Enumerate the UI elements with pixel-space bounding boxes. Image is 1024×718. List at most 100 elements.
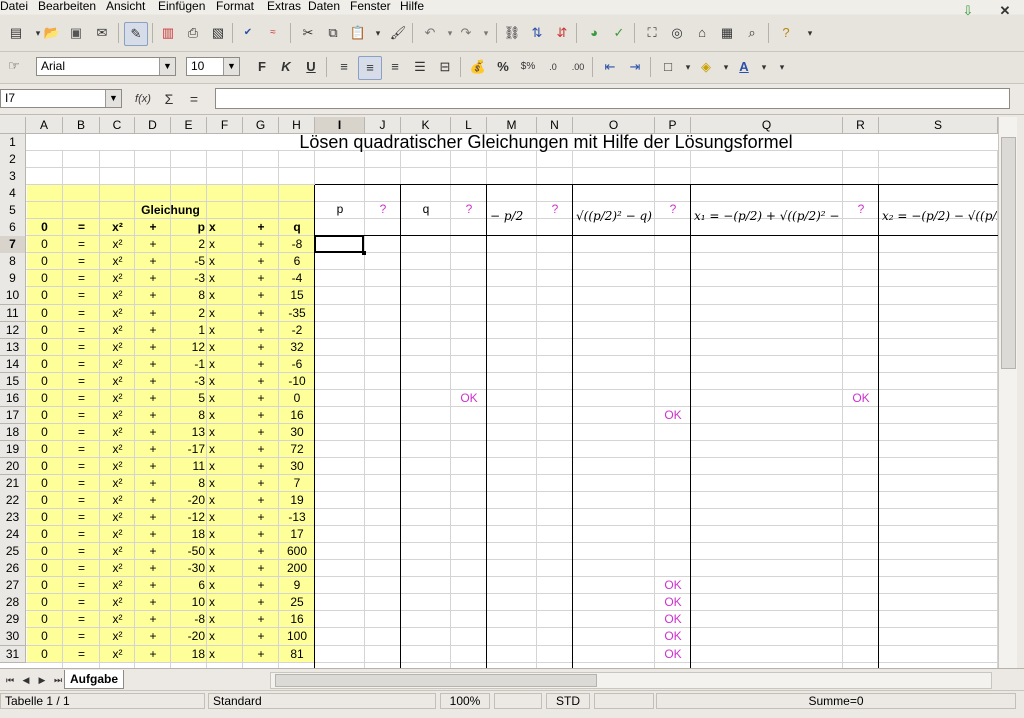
sum-icon[interactable]: Σ [159,89,179,109]
email-icon[interactable]: ✉ [92,23,112,43]
menu-datei[interactable]: Datei [0,0,28,13]
row-header[interactable]: 22 [0,492,26,510]
borders-icon[interactable]: □ [658,57,678,77]
chart-icon[interactable]: ◕ [584,23,604,43]
align-right-icon[interactable]: ≡ [385,57,405,77]
zoom-icon[interactable]: ⌕ [742,23,762,43]
hyperlink-icon[interactable]: ⛓ [502,23,522,43]
spreadsheet-grid[interactable]: A B C D E F G H I J K L M N O P Q R S 1 2 3 4 5 6 7 8 9 10 11 12 13 14 15… [0,117,998,668]
chevron-down-icon[interactable]: ▼ [223,58,239,75]
row-header[interactable]: 26 [0,560,26,578]
row-header[interactable]: 10 [0,287,26,305]
font-name-combo[interactable]: Arial ▼ [36,57,176,76]
paste-icon[interactable]: 📋 [348,23,368,43]
sort-ascending-icon[interactable]: ⇅ [527,23,547,43]
bold-icon[interactable]: F [252,57,272,77]
merge-cells-icon[interactable]: ⊟ [435,57,455,77]
row-header[interactable]: 31 [0,645,26,664]
menu-bearbeiten[interactable]: Bearbeiten [38,0,96,13]
menu-format[interactable]: Format [216,0,254,13]
save-icon[interactable]: ▣ [66,23,86,43]
scrollbar-thumb[interactable] [1001,137,1016,369]
delete-decimal-icon[interactable]: .00 [568,57,588,77]
row-header[interactable]: 18 [0,423,26,442]
paste-dropdown-icon[interactable]: ▾ [368,23,388,43]
menu-ansicht[interactable]: Ansicht [106,0,145,13]
row-header[interactable]: 6 [0,219,26,237]
row-header[interactable]: 20 [0,457,26,476]
borders-dropdown-icon[interactable]: ▾ [678,57,698,77]
new-document-icon[interactable]: ▤ [6,23,26,43]
function-wizard-icon[interactable]: f(x) [133,89,153,109]
formula-input[interactable] [215,88,1010,109]
gallery-icon[interactable]: ⌂ [692,23,712,43]
row-header[interactable]: 3 [0,168,26,186]
corner-cell[interactable] [0,117,26,134]
row-header[interactable]: 29 [0,611,26,629]
vertical-scrollbar[interactable] [998,117,1017,668]
background-dropdown-icon[interactable]: ▾ [716,57,736,77]
currency-format-icon[interactable]: 💰 [468,57,488,77]
navigator-icon[interactable]: ◎ [667,23,687,43]
underline-icon[interactable]: U [301,57,321,77]
zoom-level[interactable]: 100% [440,693,490,709]
toolbar-options-icon[interactable]: ▾ [800,23,820,43]
row-header[interactable]: 9 [0,270,26,288]
autospell-icon[interactable]: ≈ [263,23,283,43]
menu-hilfe[interactable]: Hilfe [400,0,424,13]
open-icon[interactable]: 📂 [42,23,62,43]
redo-icon[interactable]: ↷ [456,23,476,43]
row-header[interactable]: 16 [0,389,26,408]
row-header[interactable]: 17 [0,406,26,425]
sheet-tab-aufgabe[interactable]: Aufgabe [64,670,124,689]
row-header[interactable]: 1 [0,134,26,152]
standard-format-icon[interactable]: $% [518,57,538,77]
font-color-icon[interactable]: A [734,57,754,77]
font-size-combo[interactable]: 10 ▼ [186,57,240,76]
row-header[interactable]: 15 [0,372,26,391]
horizontal-scrollbar[interactable] [270,672,992,689]
align-center-icon[interactable]: ≡ [358,56,382,80]
menu-fenster[interactable]: Fenster [350,0,391,13]
row-header[interactable]: 13 [0,338,26,357]
row-header[interactable]: 5 [0,202,26,220]
row-header[interactable]: 19 [0,440,26,459]
justify-icon[interactable]: ☰ [410,57,430,77]
percent-format-icon[interactable]: % [493,57,513,77]
row-header[interactable]: 4 [0,185,26,203]
name-box[interactable]: I7 ▼ [0,89,122,108]
row-header[interactable]: 25 [0,543,26,561]
cut-icon[interactable]: ✂ [298,23,318,43]
data-sources-icon[interactable]: ▦ [717,23,737,43]
row-header[interactable]: 21 [0,475,26,493]
spellcheck-icon[interactable]: ✔ [238,23,258,43]
chevron-down-icon[interactable]: ▼ [159,58,175,75]
function-icon[interactable]: = [184,89,204,109]
italic-icon[interactable]: K [276,57,296,77]
redo-dropdown-icon[interactable]: ▾ [476,23,496,43]
chevron-down-icon[interactable]: ▼ [105,90,121,107]
page-style[interactable]: Standard [208,693,436,709]
edit-mode-icon[interactable]: ✎ [124,22,148,46]
styles-icon[interactable]: ☞ [4,56,24,76]
decrease-indent-icon[interactable]: ⇤ [600,57,620,77]
close-icon[interactable]: ✕ [995,1,1015,21]
active-cell[interactable] [314,235,364,254]
menu-extras[interactable]: Extras [267,0,301,13]
show-draw-functions-icon[interactable]: ✓ [609,23,629,43]
row-header[interactable]: 27 [0,577,26,595]
menu-daten[interactable]: Daten [308,0,340,13]
toolbar-options-icon[interactable]: ▾ [772,57,792,77]
row-header[interactable]: 23 [0,509,26,527]
row-header[interactable]: 30 [0,628,26,646]
row-header[interactable]: 12 [0,321,26,340]
undo-icon[interactable]: ↶ [420,23,440,43]
format-paintbrush-icon[interactable]: 🖌 [388,23,408,43]
row-header[interactable]: 11 [0,304,26,323]
print-icon[interactable]: ⎙ [183,23,203,43]
row-header[interactable]: 28 [0,594,26,612]
add-decimal-icon[interactable]: .0 [543,57,563,77]
selection-mode[interactable]: STD [546,693,590,709]
download-icon[interactable]: ⇩ [958,1,978,21]
scrollbar-thumb[interactable] [275,674,597,687]
